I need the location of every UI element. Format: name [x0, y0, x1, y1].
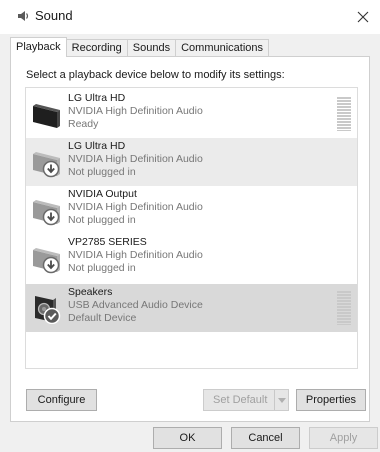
- device-status: Ready: [68, 118, 99, 130]
- ok-button[interactable]: OK: [153, 427, 222, 449]
- device-status: Default Device: [68, 312, 137, 324]
- title-bar: Sound: [0, 0, 380, 34]
- apply-button[interactable]: Apply: [309, 427, 378, 449]
- set-default-dropdown[interactable]: [274, 390, 288, 410]
- volume-level-meter: [337, 291, 351, 325]
- device-driver: USB Advanced Audio Device: [68, 299, 203, 311]
- device-status: Not plugged in: [68, 262, 136, 274]
- tab-sounds[interactable]: Sounds: [126, 39, 177, 57]
- properties-button[interactable]: Properties: [296, 389, 366, 411]
- window-title: Sound: [35, 8, 73, 23]
- device-info: VP2785 SERIES NVIDIA High Definition Aud…: [68, 236, 203, 275]
- device-item-vp2785-series[interactable]: VP2785 SERIES NVIDIA High Definition Aud…: [26, 234, 357, 282]
- device-item-lg-ultra-hd-2[interactable]: LG Ultra HD NVIDIA High Definition Audio…: [26, 138, 357, 186]
- device-name: VP2785 SERIES: [68, 236, 147, 248]
- chevron-down-icon: [277, 397, 286, 403]
- monitor-icon: [33, 248, 60, 274]
- device-info: LG Ultra HD NVIDIA High Definition Audio…: [68, 140, 203, 179]
- tab-playback[interactable]: Playback: [10, 37, 67, 57]
- device-list[interactable]: LG Ultra HD NVIDIA High Definition Audio…: [25, 87, 358, 369]
- device-driver: NVIDIA High Definition Audio: [68, 249, 203, 261]
- device-name: LG Ultra HD: [68, 92, 126, 104]
- instruction-text: Select a playback device below to modify…: [26, 69, 285, 81]
- tab-communications[interactable]: Communications: [175, 39, 270, 57]
- monitor-icon: [33, 200, 60, 226]
- set-default-button[interactable]: Set Default: [203, 389, 289, 411]
- close-icon: [357, 11, 369, 23]
- monitor-icon: [33, 152, 60, 178]
- device-item-nvidia-output[interactable]: NVIDIA Output NVIDIA High Definition Aud…: [26, 186, 357, 234]
- device-item-lg-ultra-hd-1[interactable]: LG Ultra HD NVIDIA High Definition Audio…: [26, 90, 357, 138]
- configure-button[interactable]: Configure: [26, 389, 97, 411]
- monitor-icon: [33, 104, 60, 128]
- tab-bar: Playback Recording Sounds Communications: [10, 37, 270, 57]
- device-status: Not plugged in: [68, 166, 136, 178]
- volume-level-meter: [337, 97, 351, 131]
- device-name: LG Ultra HD: [68, 140, 126, 152]
- device-info: LG Ultra HD NVIDIA High Definition Audio…: [68, 92, 203, 131]
- device-driver: NVIDIA High Definition Audio: [68, 153, 203, 165]
- device-info: NVIDIA Output NVIDIA High Definition Aud…: [68, 188, 203, 227]
- device-status: Not plugged in: [68, 214, 136, 226]
- tab-recording[interactable]: Recording: [65, 39, 128, 57]
- device-name: NVIDIA Output: [68, 188, 137, 200]
- device-driver: NVIDIA High Definition Audio: [68, 201, 203, 213]
- speaker-icon: [35, 296, 61, 324]
- cancel-button[interactable]: Cancel: [231, 427, 300, 449]
- device-info: Speakers USB Advanced Audio Device Defau…: [68, 286, 203, 325]
- playback-panel: Select a playback device below to modify…: [10, 56, 370, 422]
- device-item-speakers[interactable]: Speakers USB Advanced Audio Device Defau…: [26, 284, 357, 332]
- set-default-label: Set Default: [213, 394, 268, 406]
- device-name: Speakers: [68, 286, 113, 298]
- device-driver: NVIDIA High Definition Audio: [68, 105, 203, 117]
- speaker-icon: [18, 11, 29, 21]
- close-button[interactable]: [346, 0, 380, 34]
